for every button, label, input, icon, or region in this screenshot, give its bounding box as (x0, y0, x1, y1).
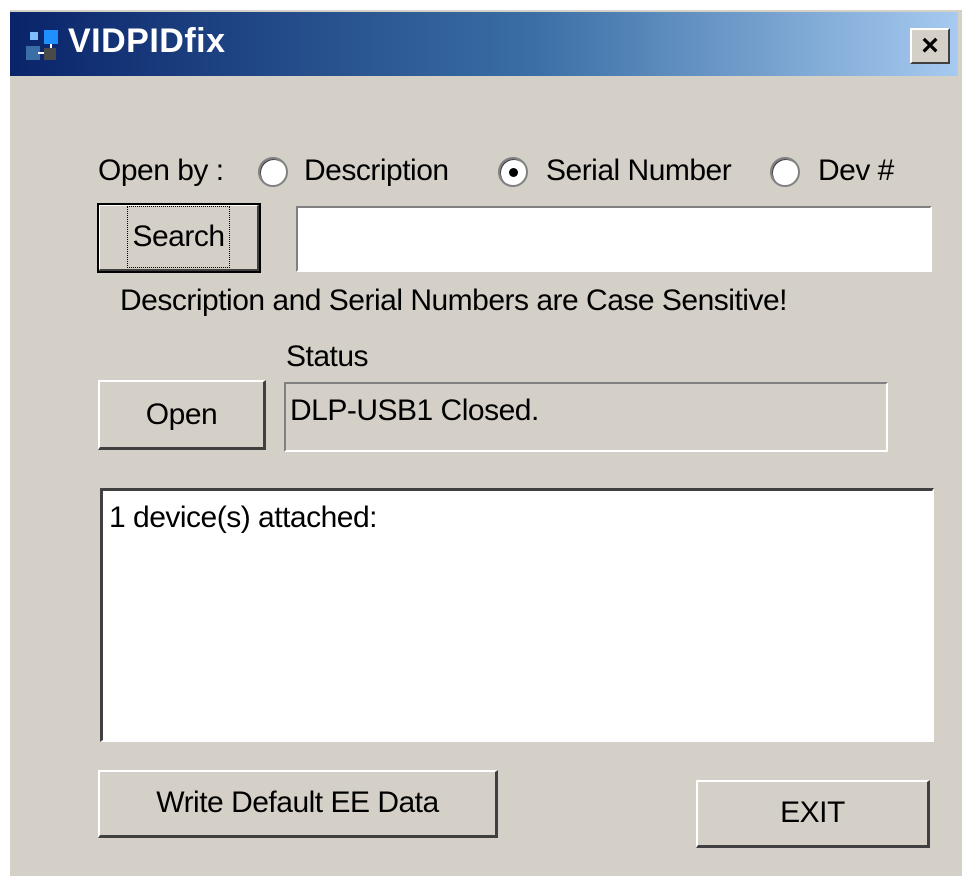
radio-selected-dot (509, 168, 518, 177)
radio-dev-number[interactable] (770, 157, 800, 187)
search-button[interactable]: Search (97, 203, 261, 273)
status-label: Status (286, 340, 369, 373)
write-default-ee-data-button[interactable]: Write Default EE Data (98, 770, 498, 838)
usb-app-icon (26, 30, 58, 60)
exit-button-label: EXIT (780, 796, 845, 829)
radio-description-label[interactable]: Description (304, 154, 449, 188)
open-button[interactable]: Open (98, 380, 266, 450)
case-sensitive-notice: Description and Serial Numbers are Case … (120, 284, 787, 317)
close-icon: × (921, 29, 939, 62)
write-default-ee-data-label: Write Default EE Data (156, 786, 439, 819)
window-title: VIDPIDfix (68, 22, 226, 60)
open-button-label: Open (145, 398, 218, 431)
search-button-label: Search (127, 206, 230, 268)
device-list-line: 1 device(s) attached: (109, 501, 377, 534)
radio-description[interactable] (258, 157, 288, 187)
close-button[interactable]: × (910, 28, 950, 64)
exit-button[interactable]: EXIT (696, 780, 930, 848)
radio-serial-number[interactable] (498, 157, 528, 187)
open-by-label: Open by : (98, 154, 224, 187)
status-field: DLP-USB1 Closed. (284, 382, 888, 452)
radio-dev-number-label[interactable]: Dev # (818, 154, 894, 188)
device-list-box[interactable]: 1 device(s) attached: (100, 488, 934, 742)
status-value: DLP-USB1 Closed. (290, 394, 539, 427)
radio-serial-number-label[interactable]: Serial Number (546, 154, 732, 188)
title-bar[interactable]: VIDPIDfix × (10, 12, 958, 76)
search-input[interactable] (296, 206, 932, 272)
